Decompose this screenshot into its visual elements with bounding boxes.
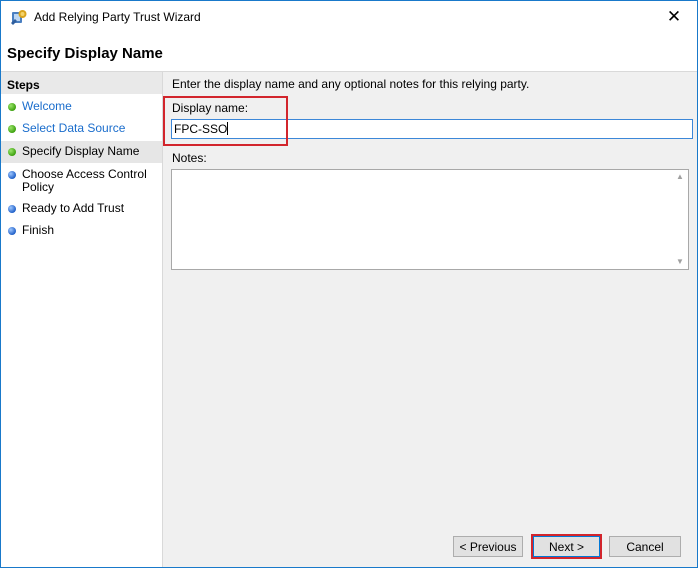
cancel-button[interactable]: Cancel — [609, 536, 681, 557]
notes-label: Notes: — [172, 151, 207, 165]
step-choose-access-control-policy: Choose Access Control Policy — [1, 164, 162, 194]
step-label: Choose Access Control Policy — [22, 167, 147, 194]
step-current-icon — [8, 148, 16, 156]
main-content: Enter the display name and any optional … — [163, 72, 697, 527]
step-label: Specify Display Name — [22, 144, 140, 158]
step-specify-display-name: Specify Display Name — [1, 141, 162, 163]
step-label: Select Data Source — [22, 121, 126, 135]
steps-heading-label: Steps — [7, 78, 40, 92]
previous-button[interactable]: < Previous — [453, 536, 523, 557]
step-pending-icon — [8, 171, 16, 179]
step-ready-to-add-trust: Ready to Add Trust — [1, 198, 162, 220]
relying-party-wizard-icon — [11, 10, 27, 25]
title-bar: Add Relying Party Trust Wizard ✕ — [1, 1, 697, 33]
page-title: Specify Display Name — [7, 45, 163, 62]
step-welcome[interactable]: Welcome — [1, 96, 162, 118]
steps-heading: Steps — [1, 72, 162, 94]
step-label: Welcome — [22, 99, 72, 113]
step-complete-icon — [8, 103, 16, 111]
annotation-highlight-display-name — [163, 96, 288, 146]
step-label: Ready to Add Trust — [22, 201, 125, 215]
page-header: Specify Display Name — [1, 33, 697, 72]
step-finish: Finish — [1, 220, 162, 242]
wizard-window: Add Relying Party Trust Wizard ✕ Specify… — [0, 0, 698, 568]
notes-textarea[interactable]: ▲ ▼ — [171, 169, 689, 270]
step-pending-icon — [8, 227, 16, 235]
step-select-data-source[interactable]: Select Data Source — [1, 118, 162, 140]
annotation-highlight-next — [531, 534, 602, 559]
wizard-footer: < Previous Next > Cancel — [163, 527, 697, 567]
scroll-up-icon[interactable]: ▲ — [676, 172, 684, 182]
step-label: Finish — [22, 223, 55, 237]
steps-panel: Steps Welcome Select Data Source Specify… — [1, 72, 163, 567]
step-pending-icon — [8, 205, 16, 213]
window-title: Add Relying Party Trust Wizard — [34, 10, 201, 24]
close-button[interactable]: ✕ — [651, 1, 697, 33]
scroll-down-icon[interactable]: ▼ — [676, 257, 684, 267]
notes-scrollbar[interactable]: ▲ ▼ — [672, 170, 688, 269]
instruction-text: Enter the display name and any optional … — [172, 77, 530, 91]
close-icon: ✕ — [666, 7, 682, 26]
step-complete-icon — [8, 125, 16, 133]
